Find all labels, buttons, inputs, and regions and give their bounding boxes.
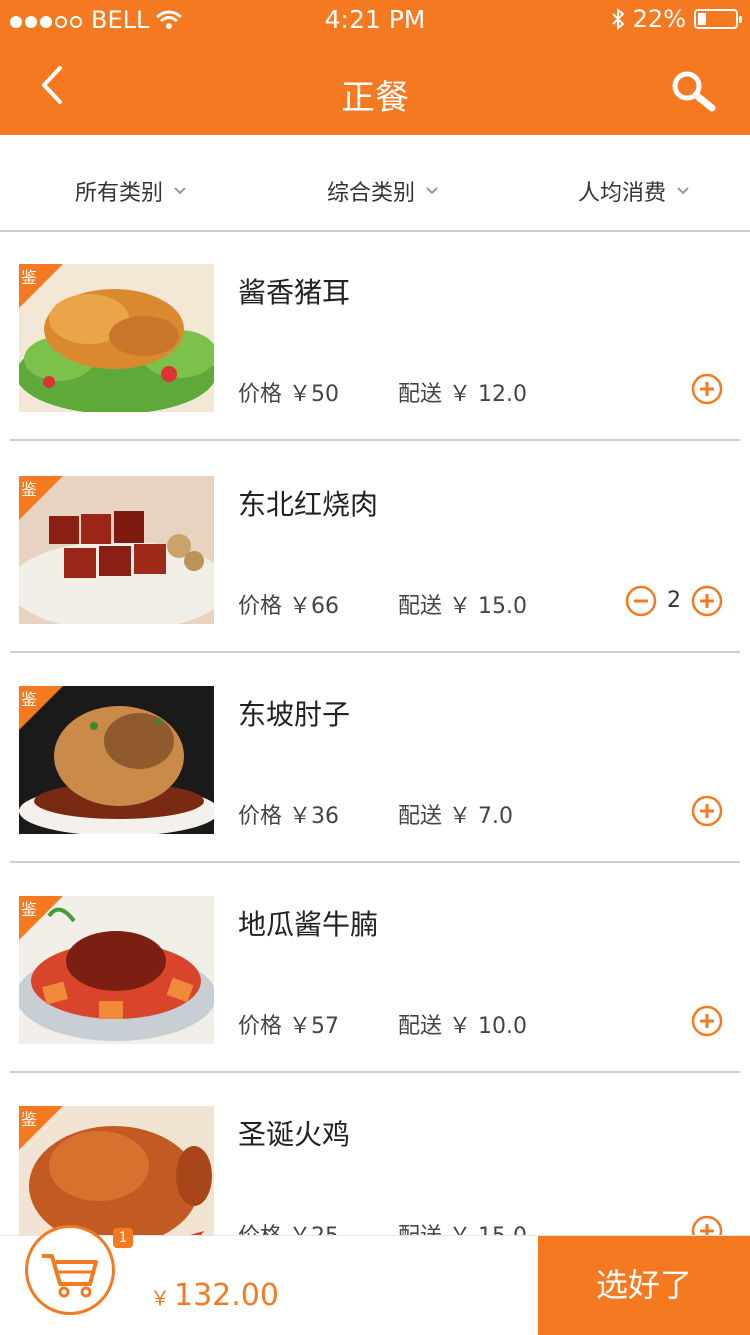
cart-button[interactable] (25, 1225, 115, 1315)
plus-circle-icon[interactable] (691, 795, 723, 827)
cart-total: ￥ 132.00 (150, 1278, 279, 1313)
plus-circle-icon[interactable] (691, 373, 723, 405)
filter-label: 综合类别 (327, 181, 416, 206)
filter-label: 人均消费 (578, 181, 667, 206)
dish-image: 鉴 (19, 896, 214, 1044)
badge-label: 鉴 (21, 690, 38, 709)
currency-symbol: ￥ (150, 1286, 170, 1310)
cart-icon (42, 1254, 98, 1298)
badge-label: 鉴 (21, 900, 38, 919)
badge-label: 鉴 (21, 480, 38, 499)
shipping-fee: 配送 ￥ 12.0 (398, 376, 527, 408)
dish-name: 东坡肘子 (238, 698, 351, 731)
minus-circle-icon[interactable] (625, 585, 657, 617)
top-bar: BELL 4:21 PM 22% 正餐 (0, 0, 750, 135)
chevron-down-icon (677, 187, 689, 195)
price-label: 价格 (238, 1014, 283, 1039)
dish-image: 鉴 (19, 476, 214, 624)
price-label: 价格 (238, 804, 283, 829)
battery-icon (694, 9, 742, 29)
price-label: 价格 (238, 382, 283, 407)
battery-level (698, 13, 706, 25)
dish-name: 地瓜酱牛腩 (238, 908, 379, 941)
filter-sort[interactable]: 综合类别 (327, 175, 439, 207)
price-value: ￥66 (289, 594, 340, 619)
ship-value: ￥ 7.0 (449, 804, 513, 829)
search-icon (672, 71, 716, 112)
divider (10, 439, 740, 441)
dish-price: 价格 ￥57 (238, 1008, 339, 1040)
status-right: 22% (611, 5, 742, 33)
dish-name: 圣诞火鸡 (238, 1118, 351, 1151)
cart-count-badge: 1 (113, 1228, 133, 1248)
dish-price: 价格 ￥50 (238, 376, 339, 408)
dish-name: 酱香猪耳 (238, 276, 351, 309)
search-button[interactable] (668, 68, 718, 114)
plus-circle-icon[interactable] (691, 1005, 723, 1037)
price-label: 价格 (238, 594, 283, 619)
ship-value: ￥ 12.0 (449, 382, 527, 407)
chevron-down-icon (174, 187, 186, 195)
price-value: ￥57 (289, 1014, 340, 1039)
dish-image: 鉴 (19, 686, 214, 834)
dish-price: 价格 ￥36 (238, 798, 339, 830)
checkout-bar: 1 ￥ 132.00 选好了 (0, 1225, 750, 1335)
list-item[interactable]: 鉴 东坡肘子 价格 ￥36 配送 ￥ 7.0 (0, 653, 750, 863)
quantity: 2 (667, 588, 681, 613)
badge-label: 鉴 (21, 268, 38, 287)
list-item[interactable]: 鉴 东北红烧肉 价格 ￥66 配送 ￥ 15.0 2 (0, 443, 750, 653)
filter-avg-spend[interactable]: 人均消费 (578, 175, 690, 207)
list-item[interactable]: 鉴 酱香猪耳 价格 ￥50 配送 ￥ 12.0 (0, 231, 750, 441)
dish-image: 鉴 (19, 264, 214, 412)
ship-value: ￥ 10.0 (449, 1014, 527, 1039)
filter-all-categories[interactable]: 所有类别 (75, 175, 187, 207)
page-title: 正餐 (341, 78, 409, 118)
price-value: ￥50 (289, 382, 340, 407)
dish-name: 东北红烧肉 (238, 488, 379, 521)
price-value: ￥36 (289, 804, 340, 829)
chevron-down-icon (426, 187, 438, 195)
total-value: 132.00 (174, 1278, 279, 1313)
shipping-fee: 配送 ￥ 10.0 (398, 1008, 527, 1040)
ship-label: 配送 (398, 1014, 443, 1039)
battery-percent: 22% (632, 5, 686, 33)
bluetooth-icon (611, 8, 625, 30)
ship-label: 配送 (398, 382, 443, 407)
dish-price: 价格 ￥66 (238, 588, 339, 620)
list-item[interactable]: 鉴 地瓜酱牛腩 价格 ￥57 配送 ￥ 10.0 (0, 863, 750, 1073)
ship-label: 配送 (398, 804, 443, 829)
filter-bar: 所有类别 综合类别 人均消费 (0, 135, 750, 232)
ship-value: ￥ 15.0 (449, 594, 527, 619)
ship-label: 配送 (398, 594, 443, 619)
badge-label: 鉴 (21, 1110, 38, 1129)
shipping-fee: 配送 ￥ 7.0 (398, 798, 513, 830)
plus-circle-icon[interactable] (691, 585, 723, 617)
confirm-button[interactable]: 选好了 (538, 1236, 750, 1335)
status-bar: BELL 4:21 PM 22% (0, 0, 750, 40)
shipping-fee: 配送 ￥ 15.0 (398, 588, 527, 620)
filter-label: 所有类别 (75, 181, 164, 206)
